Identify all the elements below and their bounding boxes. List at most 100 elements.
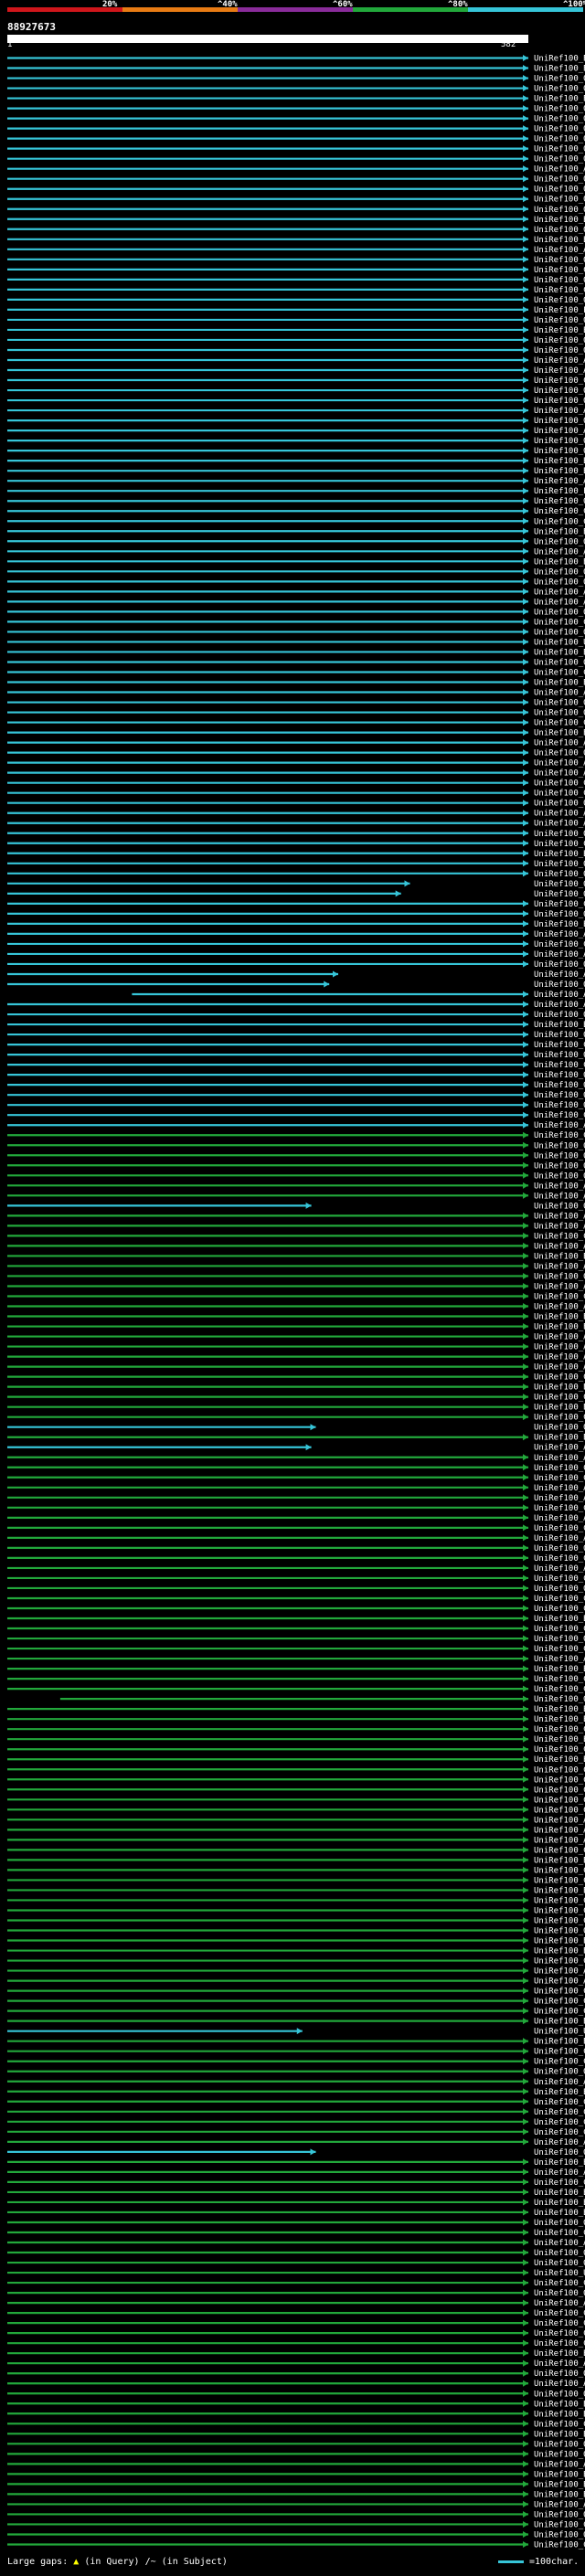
- hit-label[interactable]: UniRef100_B1L9Z7: [534, 2470, 585, 2479]
- hit-label[interactable]: UniRef100_Q67WW5: [534, 437, 585, 446]
- hit-label[interactable]: UniRef100_A4LHP4: [534, 427, 585, 436]
- hit-label[interactable]: UniRef100_A6BDM4: [534, 1343, 585, 1352]
- hit-label[interactable]: UniRef100_A6EFA6: [534, 2359, 585, 2369]
- hit-label[interactable]: UniRef100_Q9M1B5: [534, 1011, 585, 1020]
- hit-label[interactable]: UniRef100_A2YFJ3: [534, 477, 585, 486]
- hit-label[interactable]: UniRef100_C2A9K4: [534, 2520, 585, 2529]
- hit-label[interactable]: UniRef100_B5IDF4: [534, 2480, 585, 2489]
- hit-label[interactable]: UniRef100_A4R0L7: [534, 1001, 585, 1010]
- hit-label[interactable]: UniRef100_Q12124: [534, 145, 585, 154]
- hit-label[interactable]: UniRef100_A9PEV1: [534, 165, 585, 175]
- hit-label[interactable]: UniRef100_Q231W2: [534, 1272, 585, 1281]
- hit-label[interactable]: UniRef100_C7BJL7: [534, 2339, 585, 2348]
- hit-label[interactable]: UniRef100_C0GFB8: [534, 1292, 585, 1301]
- hit-label[interactable]: UniRef100_C0T3Y9: [534, 2229, 585, 2238]
- hit-label[interactable]: UniRef100_Q8S0R0: [534, 2148, 585, 2157]
- hit-label[interactable]: UniRef100_A0QWI9: [534, 1212, 585, 1221]
- hit-label[interactable]: UniRef100_A0MFY4: [534, 1282, 585, 1291]
- hit-label[interactable]: UniRef100_A5BB84: [534, 366, 585, 376]
- hit-label[interactable]: UniRef100_A5TSS0: [534, 2239, 585, 2248]
- hit-label[interactable]: UniRef100_Q41758: [534, 880, 585, 889]
- hit-label[interactable]: UniRef100_B9S3N6: [534, 95, 585, 104]
- hit-label[interactable]: UniRef100_Q06GP3: [534, 628, 585, 637]
- hit-label[interactable]: UniRef100_C5VHT7: [534, 1645, 585, 1654]
- hit-label[interactable]: UniRef100_C3WTG7: [534, 2329, 585, 2338]
- hit-label[interactable]: UniRef100_C5Z2E6: [534, 618, 585, 627]
- hit-label[interactable]: UniRef100_Q4D0S5: [534, 1161, 585, 1171]
- hit-label[interactable]: UniRef100_Q8H724: [534, 1695, 585, 1704]
- hit-label[interactable]: UniRef100_Q7XAF4: [534, 699, 585, 708]
- hit-label[interactable]: UniRef100_B0TG18: [534, 2189, 585, 2198]
- hit-label[interactable]: UniRef100_C5KWL3: [534, 1776, 585, 1785]
- hit-label[interactable]: UniRef100_B9I7D1: [534, 648, 585, 657]
- hit-label[interactable]: UniRef100_C9ZM75: [534, 1111, 585, 1120]
- hit-label[interactable]: UniRef100_C7PHS3: [534, 1988, 585, 1997]
- hit-label[interactable]: UniRef100_Q4W437: [534, 578, 585, 587]
- hit-label[interactable]: UniRef100_Q9XY49: [534, 960, 585, 970]
- hit-label[interactable]: UniRef100_Q93UD7: [534, 981, 585, 990]
- hit-label[interactable]: UniRef100_A7QQB4: [534, 1444, 585, 1453]
- hit-label[interactable]: UniRef100_Q6H883: [534, 186, 585, 195]
- hit-label[interactable]: UniRef100_A6X2Q2: [534, 759, 585, 769]
- hit-label[interactable]: UniRef100_Q03600: [534, 105, 585, 114]
- hit-label[interactable]: UniRef100_A6L210: [534, 1977, 585, 1987]
- hit-label[interactable]: UniRef100_C5LNW7: [534, 1765, 585, 1775]
- hit-label[interactable]: UniRef100_B6D0Z7: [534, 55, 585, 64]
- hit-label[interactable]: UniRef100_A6ZSM2: [534, 1534, 585, 1543]
- hit-label[interactable]: UniRef100_A6L2D0: [534, 1967, 585, 1977]
- hit-label[interactable]: UniRef100_Q97I54: [534, 2259, 585, 2268]
- hit-label[interactable]: UniRef100_B8LK72: [534, 729, 585, 738]
- hit-label[interactable]: UniRef100_C1U0Z5: [534, 2098, 585, 2107]
- hit-label[interactable]: UniRef100_A9RH09: [534, 547, 585, 557]
- hit-label[interactable]: UniRef100_Q0B6D9: [534, 1585, 585, 1594]
- hit-label[interactable]: UniRef100_A7BLZ7: [534, 1836, 585, 1845]
- hit-label[interactable]: UniRef100_UPI000..: [534, 638, 585, 647]
- hit-label[interactable]: UniRef100_C4FDR6: [534, 1605, 585, 1614]
- hit-label[interactable]: UniRef100_A4HJH5: [534, 1242, 585, 1251]
- hit-label[interactable]: UniRef100_Q9LM31: [534, 135, 585, 144]
- hit-label[interactable]: UniRef100_Q7XU52: [534, 336, 585, 345]
- hit-label[interactable]: UniRef100_C6L1R6: [534, 2128, 585, 2137]
- hit-label[interactable]: UniRef100_A4I6P0: [534, 1121, 585, 1130]
- hit-label[interactable]: UniRef100_A7HMD6: [534, 2168, 585, 2178]
- hit-label[interactable]: UniRef100_B9FHF4: [534, 920, 585, 929]
- hit-label[interactable]: UniRef100_A6GFT7: [534, 1353, 585, 1362]
- hit-label[interactable]: UniRef100_Q84Q17: [534, 256, 585, 265]
- hit-label[interactable]: UniRef100_C7HQQ4: [534, 2279, 585, 2288]
- hit-label[interactable]: UniRef100_Q06572: [534, 567, 585, 577]
- hit-label[interactable]: UniRef100_Q8I0X1: [534, 2249, 585, 2258]
- hit-label[interactable]: UniRef100_C0PRN4: [534, 719, 585, 728]
- hit-label[interactable]: UniRef100_Q4Q6E1: [534, 1151, 585, 1161]
- hit-label[interactable]: UniRef100_Q2R2W2: [534, 296, 585, 305]
- hit-label[interactable]: UniRef100_Q64R28: [534, 2369, 585, 2379]
- hit-label[interactable]: UniRef100_Q5LG92: [534, 2390, 585, 2399]
- hit-label[interactable]: UniRef100_A2WPG7: [534, 820, 585, 829]
- hit-label[interactable]: UniRef100_Q75M03: [534, 910, 585, 919]
- hit-label[interactable]: UniRef100_B8A390: [534, 236, 585, 245]
- hit-label[interactable]: UniRef100_Q57U47: [534, 1091, 585, 1100]
- hit-label[interactable]: UniRef100_A6J0I4: [534, 1222, 585, 1231]
- hit-label[interactable]: UniRef100_Q9FMU3: [534, 226, 585, 235]
- hit-label[interactable]: UniRef100_A2ZSP0: [534, 810, 585, 819]
- hit-label[interactable]: UniRef100_C5KPD2: [534, 1786, 585, 1795]
- hit-label[interactable]: UniRef100_A8SI51: [534, 1826, 585, 1835]
- hit-label[interactable]: UniRef100_Q4G3P7: [534, 2530, 585, 2539]
- hit-label[interactable]: UniRef100_B3E325: [534, 1705, 585, 1714]
- hit-label[interactable]: UniRef100_C6JS07: [534, 1906, 585, 1915]
- hit-label[interactable]: UniRef100_C1E1R2: [534, 1131, 585, 1140]
- hit-label[interactable]: UniRef100_Q59LG9: [534, 1424, 585, 1433]
- hit-label[interactable]: UniRef100_Q4TU53: [534, 709, 585, 718]
- hit-label[interactable]: UniRef100_B6W7C5: [534, 1886, 585, 1895]
- hit-label[interactable]: UniRef100_A1R6K7: [534, 1816, 585, 1825]
- hit-label[interactable]: UniRef100_Q8KQ09: [534, 1927, 585, 1936]
- hit-label[interactable]: UniRef100_B9RHD3: [534, 216, 585, 225]
- hit-label[interactable]: UniRef100_B9WB46: [534, 1404, 585, 1413]
- hit-label[interactable]: UniRef100_C1E0E4: [534, 1041, 585, 1050]
- hit-label[interactable]: UniRef100_B1C6Z0: [534, 1252, 585, 1261]
- hit-label[interactable]: UniRef100_Q2FZK6: [534, 2219, 585, 2228]
- hit-label[interactable]: UniRef100_C0EVH0: [534, 1876, 585, 1885]
- hit-label[interactable]: UniRef100_B2TP94: [534, 1735, 585, 1744]
- hit-label[interactable]: UniRef100_B9RF13: [534, 326, 585, 335]
- hit-label[interactable]: UniRef100_Q4KG07: [534, 870, 585, 879]
- hit-label[interactable]: UniRef100_C0PFS2: [534, 266, 585, 275]
